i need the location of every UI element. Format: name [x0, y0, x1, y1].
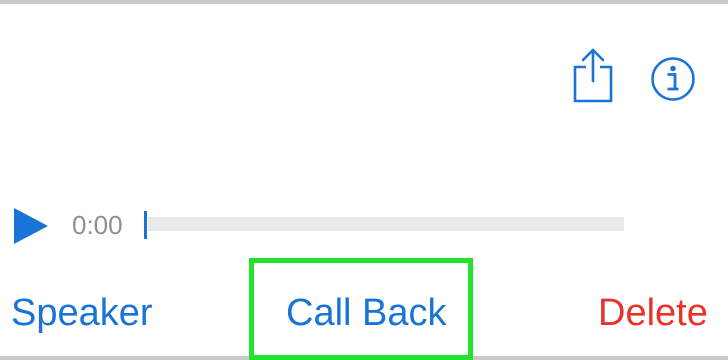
playhead[interactable]	[144, 211, 147, 239]
play-icon[interactable]	[10, 206, 52, 246]
share-icon[interactable]	[572, 47, 614, 103]
voicemail-detail-panel: 0:00 Speaker Call Back Delete	[0, 0, 728, 360]
speaker-button[interactable]: Speaker	[11, 290, 153, 336]
elapsed-time: 0:00	[72, 210, 123, 240]
highlight-box	[249, 258, 473, 360]
info-icon[interactable]	[650, 56, 696, 102]
delete-button[interactable]: Delete	[598, 290, 708, 336]
progress-track[interactable]	[148, 217, 624, 231]
